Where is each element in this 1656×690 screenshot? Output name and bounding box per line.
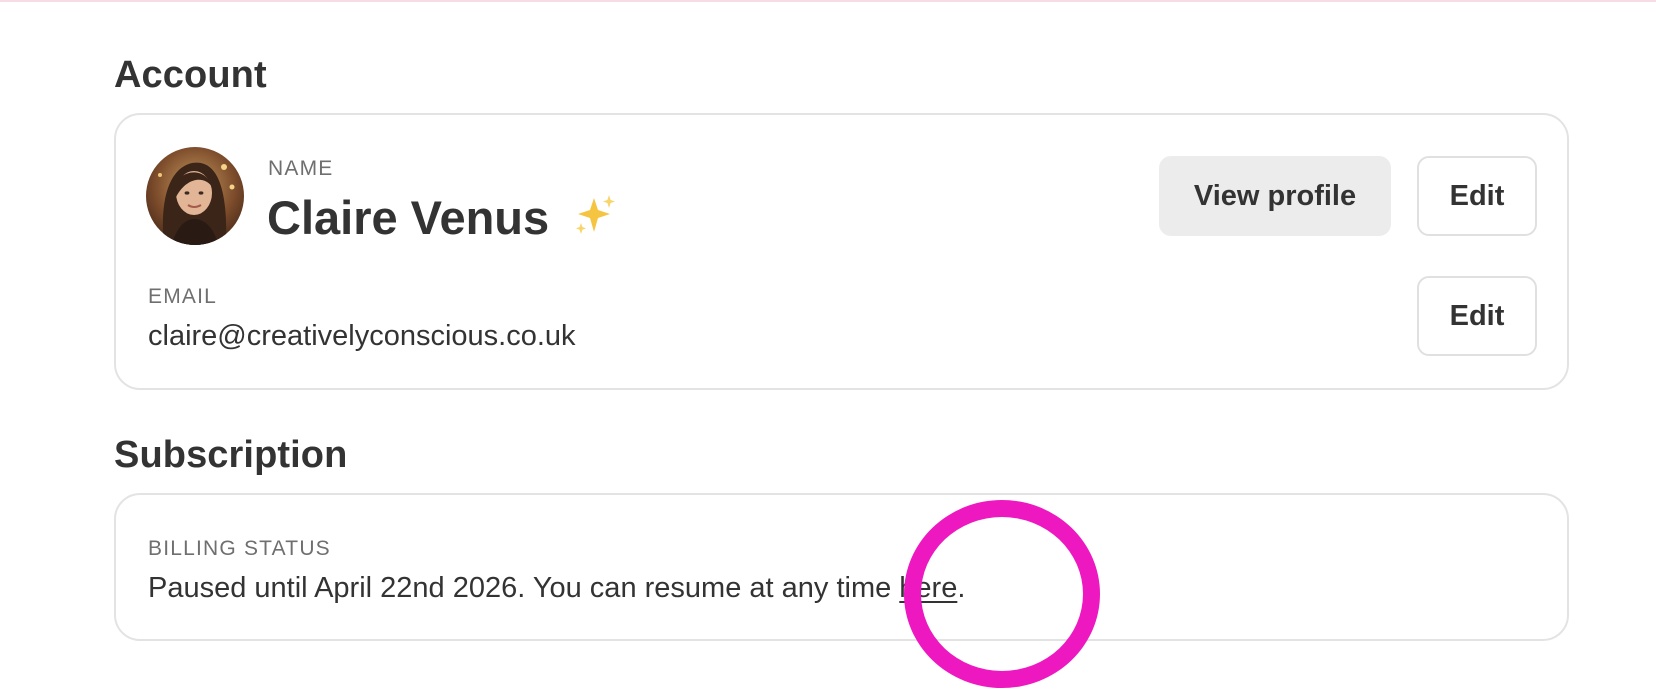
name-label: NAME xyxy=(268,157,334,180)
sparkles-icon xyxy=(572,192,618,245)
email-value: claire@creativelyconscious.co.uk xyxy=(148,320,576,352)
billing-status-text: Paused until April 22nd 2026. You can re… xyxy=(148,574,965,603)
top-divider xyxy=(0,0,1656,2)
account-section-title: Account xyxy=(114,54,267,96)
avatar-photo xyxy=(146,147,244,245)
billing-status-message: Paused until April 22nd 2026. You can re… xyxy=(148,572,900,604)
view-profile-button[interactable]: View profile xyxy=(1159,156,1391,236)
resume-subscription-link[interactable]: here xyxy=(899,572,957,604)
name-value: Claire Venus xyxy=(267,192,618,245)
billing-status-period: . xyxy=(957,572,966,604)
billing-status-label: BILLING STATUS xyxy=(148,537,331,560)
email-label: EMAIL xyxy=(148,285,218,308)
edit-email-button[interactable]: Edit xyxy=(1417,276,1537,356)
subscription-section-title: Subscription xyxy=(114,434,348,476)
subscription-card xyxy=(114,493,1569,641)
edit-name-button[interactable]: Edit xyxy=(1417,156,1537,236)
avatar xyxy=(146,147,244,245)
name-text: Claire Venus xyxy=(267,191,550,244)
